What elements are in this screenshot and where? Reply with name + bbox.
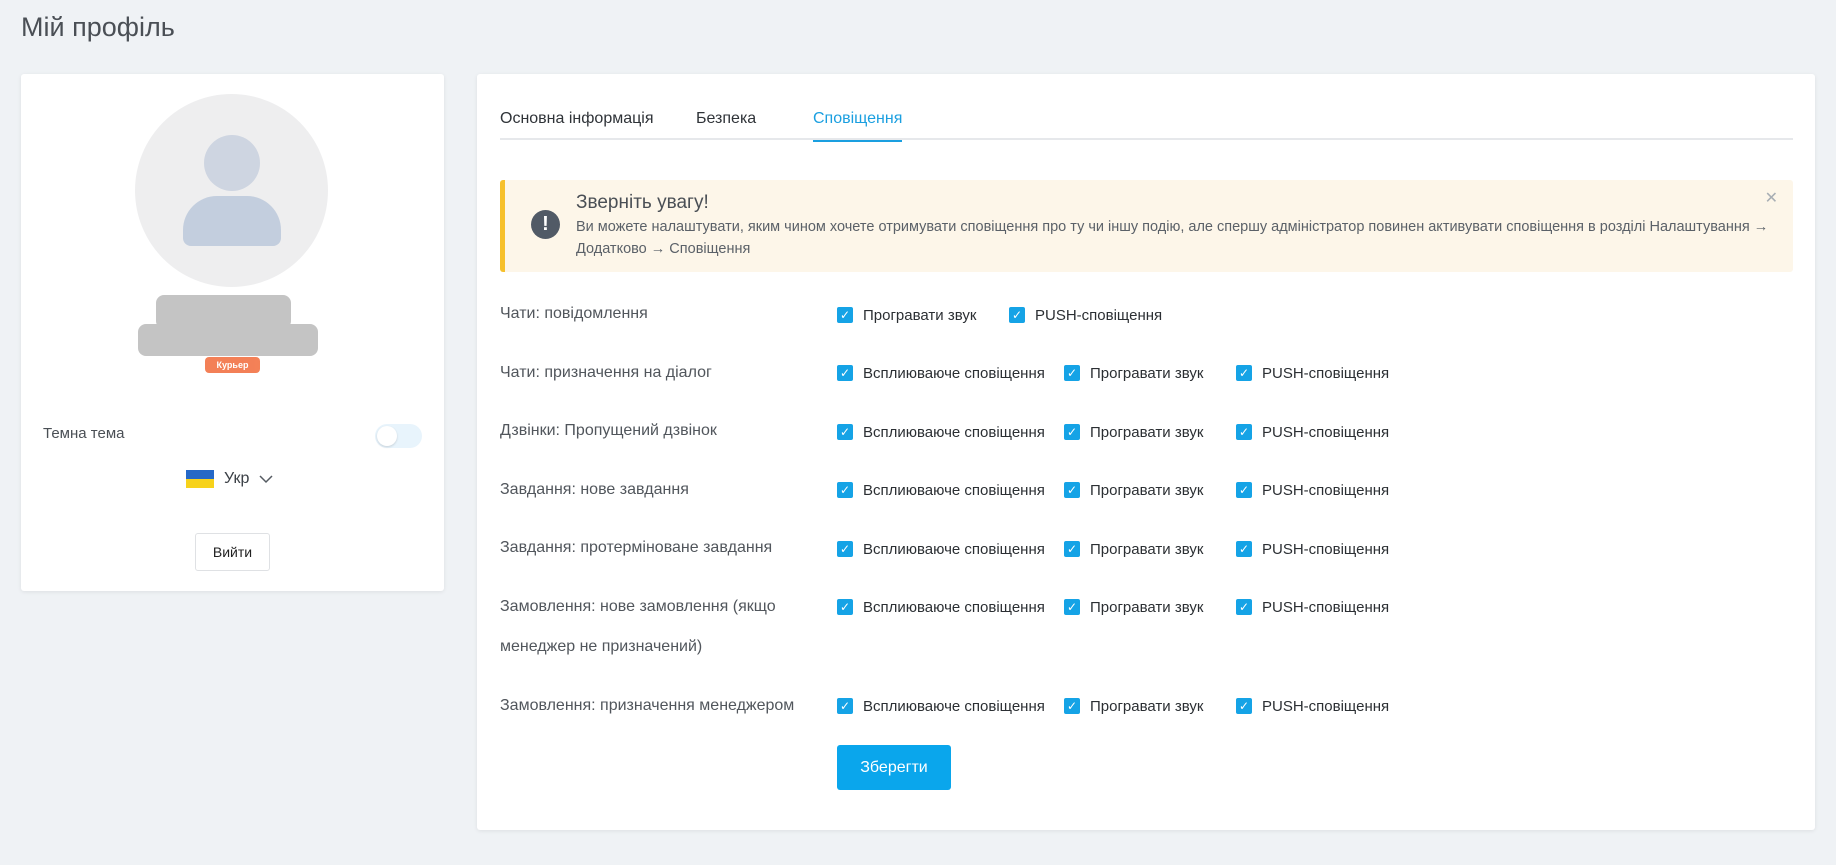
row-label: Замовлення: нове замовлення (якщо менедж… bbox=[500, 598, 776, 655]
push-checkbox[interactable]: ✓ PUSH-сповіщення bbox=[1236, 539, 1389, 559]
dark-theme-toggle[interactable] bbox=[375, 424, 422, 448]
option-label: PUSH-сповіщення bbox=[1262, 423, 1390, 441]
sound-checkbox[interactable]: ✓ Програвати звук bbox=[1064, 363, 1203, 383]
checkbox-checked-icon: ✓ bbox=[1064, 424, 1080, 440]
sound-checkbox[interactable]: ✓ Програвати звук bbox=[1064, 539, 1203, 559]
dark-theme-label: Темна тема bbox=[43, 425, 125, 442]
option-label: Всплиюваюче сповіщення bbox=[863, 364, 1045, 382]
language-select[interactable]: Укр bbox=[186, 466, 273, 492]
checkbox-checked-icon: ✓ bbox=[837, 482, 853, 498]
profile-card: Курьер Темна тема Укр Вийти bbox=[21, 74, 444, 591]
popup-checkbox[interactable]: ✓ Всплиюваюче сповіщення bbox=[837, 696, 1045, 716]
checkbox-checked-icon: ✓ bbox=[837, 541, 853, 557]
tabs: Основна інформація Безпека Сповіщення bbox=[500, 104, 1793, 142]
exclamation-icon: ! bbox=[531, 210, 560, 239]
row-label: Завдання: нове завдання bbox=[500, 481, 689, 498]
alert-text: Ви можете налаштувати, яким чином хочете… bbox=[576, 219, 1769, 257]
option-label: Програвати звук bbox=[1090, 540, 1204, 558]
settings-card: Основна інформація Безпека Сповіщення ! … bbox=[477, 74, 1815, 830]
checkbox-checked-icon: ✓ bbox=[1064, 599, 1080, 615]
row-label: Замовлення: призначення менеджером bbox=[500, 697, 795, 714]
sound-checkbox[interactable]: ✓ Програвати звук bbox=[1064, 480, 1203, 500]
checkbox-checked-icon: ✓ bbox=[837, 698, 853, 714]
language-value: Укр bbox=[224, 470, 250, 487]
page-title: Мій профіль bbox=[21, 12, 175, 42]
sound-checkbox[interactable]: ✓ Програвати звук bbox=[1064, 597, 1203, 617]
blurred-email bbox=[138, 324, 318, 356]
row-label: Завдання: протерміноване завдання bbox=[500, 539, 773, 556]
checkbox-checked-icon: ✓ bbox=[837, 365, 853, 381]
ukraine-flag-icon bbox=[186, 470, 214, 488]
option-label: Програвати звук bbox=[863, 306, 977, 324]
checkbox-checked-icon: ✓ bbox=[1236, 541, 1252, 557]
popup-checkbox[interactable]: ✓ Всплиюваюче сповіщення bbox=[837, 597, 1045, 617]
option-label: Програвати звук bbox=[1090, 598, 1204, 616]
checkbox-checked-icon: ✓ bbox=[1009, 307, 1025, 323]
checkbox-checked-icon: ✓ bbox=[1236, 424, 1252, 440]
checkbox-checked-icon: ✓ bbox=[837, 424, 853, 440]
avatar bbox=[135, 94, 328, 287]
checkbox-checked-icon: ✓ bbox=[1064, 541, 1080, 557]
avatar-body-shape bbox=[183, 196, 281, 246]
option-label: PUSH-сповіщення bbox=[1262, 697, 1390, 715]
popup-checkbox[interactable]: ✓ Всплиюваюче сповіщення bbox=[837, 422, 1045, 442]
option-label: Програвати звук bbox=[1090, 481, 1204, 499]
sound-checkbox[interactable]: ✓ Програвати звук bbox=[837, 305, 976, 325]
close-icon[interactable]: ✕ bbox=[1765, 188, 1778, 208]
option-label: Програвати звук bbox=[1090, 364, 1204, 382]
option-label: PUSH-сповіщення bbox=[1262, 481, 1390, 499]
sound-checkbox[interactable]: ✓ Програвати звук bbox=[1064, 696, 1203, 716]
push-checkbox[interactable]: ✓ PUSH-сповіщення bbox=[1236, 597, 1389, 617]
popup-checkbox[interactable]: ✓ Всплиюваюче сповіщення bbox=[837, 363, 1045, 383]
notice-alert: ! Зверніть увагу! Ви можете налаштувати,… bbox=[500, 180, 1793, 272]
push-checkbox[interactable]: ✓ PUSH-сповіщення bbox=[1009, 305, 1162, 325]
checkbox-checked-icon: ✓ bbox=[1064, 482, 1080, 498]
tab-security[interactable]: Безпека bbox=[696, 104, 756, 140]
push-checkbox[interactable]: ✓ PUSH-сповіщення bbox=[1236, 422, 1389, 442]
checkbox-checked-icon: ✓ bbox=[837, 307, 853, 323]
push-checkbox[interactable]: ✓ PUSH-сповіщення bbox=[1236, 480, 1389, 500]
tab-notifications[interactable]: Сповіщення bbox=[813, 104, 903, 142]
checkbox-checked-icon: ✓ bbox=[1236, 482, 1252, 498]
push-checkbox[interactable]: ✓ PUSH-сповіщення bbox=[1236, 696, 1389, 716]
chevron-down-icon bbox=[259, 474, 273, 483]
option-label: Програвати звук bbox=[1090, 423, 1204, 441]
option-label: Всплиюваюче сповіщення bbox=[863, 697, 1045, 715]
logout-button[interactable]: Вийти bbox=[195, 533, 270, 571]
option-label: PUSH-сповіщення bbox=[1035, 306, 1163, 324]
role-badge: Курьер bbox=[205, 357, 260, 373]
row-label: Чати: призначення на діалог bbox=[500, 364, 712, 381]
option-label: Програвати звук bbox=[1090, 697, 1204, 715]
option-label: PUSH-сповіщення bbox=[1262, 598, 1390, 616]
toggle-knob bbox=[377, 426, 397, 446]
avatar-head-shape bbox=[204, 135, 260, 191]
checkbox-checked-icon: ✓ bbox=[1064, 698, 1080, 714]
option-label: Всплиюваюче сповіщення bbox=[863, 598, 1045, 616]
checkbox-checked-icon: ✓ bbox=[837, 599, 853, 615]
checkbox-checked-icon: ✓ bbox=[1236, 365, 1252, 381]
checkbox-checked-icon: ✓ bbox=[1236, 698, 1252, 714]
popup-checkbox[interactable]: ✓ Всплиюваюче сповіщення bbox=[837, 480, 1045, 500]
option-label: PUSH-сповіщення bbox=[1262, 540, 1390, 558]
option-label: Всплиюваюче сповіщення bbox=[863, 540, 1045, 558]
tab-main-info[interactable]: Основна інформація bbox=[500, 104, 654, 140]
option-label: Всплиюваюче сповіщення bbox=[863, 481, 1045, 499]
alert-title: Зверніть увагу! bbox=[576, 192, 709, 213]
push-checkbox[interactable]: ✓ PUSH-сповіщення bbox=[1236, 363, 1389, 383]
sound-checkbox[interactable]: ✓ Програвати звук bbox=[1064, 422, 1203, 442]
row-label: Чати: повідомлення bbox=[500, 305, 648, 322]
option-label: Всплиюваюче сповіщення bbox=[863, 423, 1045, 441]
row-label: Дзвінки: Пропущений дзвінок bbox=[500, 422, 717, 439]
checkbox-checked-icon: ✓ bbox=[1236, 599, 1252, 615]
popup-checkbox[interactable]: ✓ Всплиюваюче сповіщення bbox=[837, 539, 1045, 559]
checkbox-checked-icon: ✓ bbox=[1064, 365, 1080, 381]
option-label: PUSH-сповіщення bbox=[1262, 364, 1390, 382]
save-button[interactable]: Зберегти bbox=[837, 745, 951, 790]
